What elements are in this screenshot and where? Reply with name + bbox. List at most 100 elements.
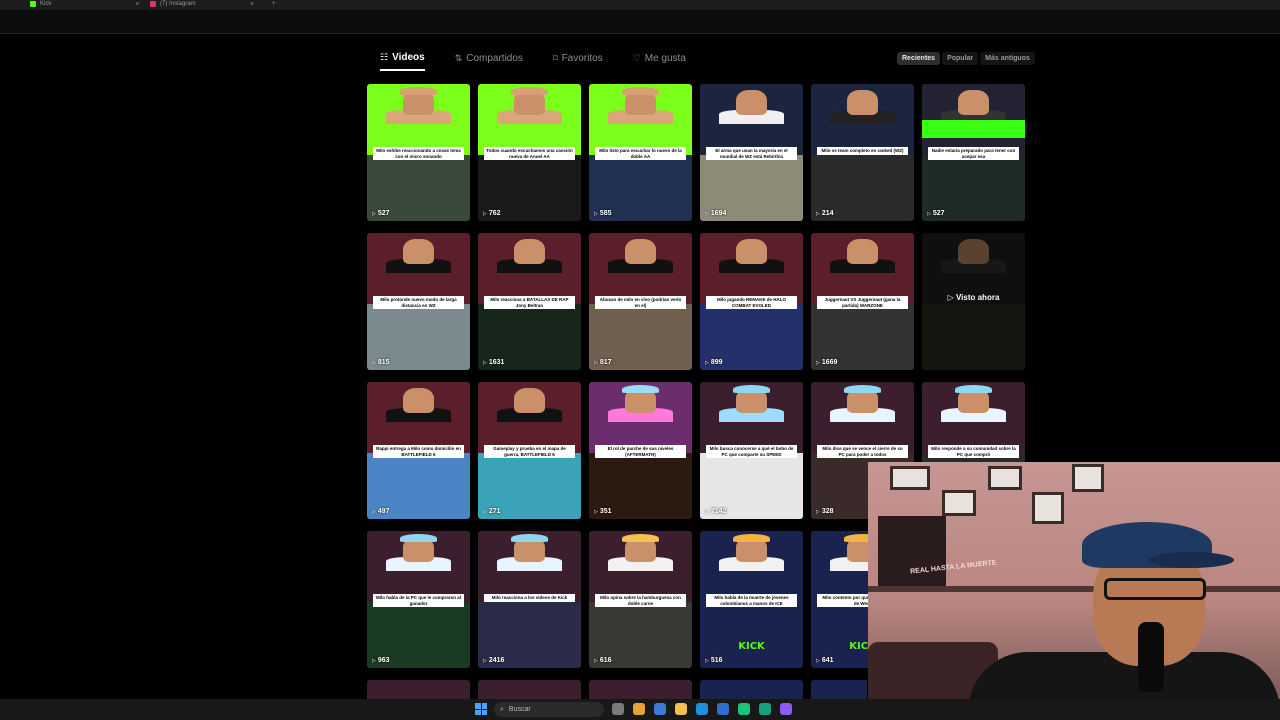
video-tile[interactable]: Milo vs team completo en ranked (WZ) ▷ 214 xyxy=(811,84,914,221)
video-thumbnail-top xyxy=(700,382,803,454)
app-icon[interactable] xyxy=(780,703,792,715)
video-thumbnail-top xyxy=(589,233,692,305)
view-count: ▷ 497 xyxy=(372,508,390,515)
video-caption: Milo exhibe reaccionando a cosas tema co… xyxy=(373,147,464,161)
video-tile[interactable]: Milo exhibe reaccionando a cosas tema co… xyxy=(367,84,470,221)
tab-label: Me gusta xyxy=(644,53,686,64)
video-tile[interactable]: Todos cuando escuchamos una canción nuev… xyxy=(478,84,581,221)
video-tile[interactable]: El rol de parche de sus niveles (AFTERMA… xyxy=(589,382,692,519)
tab-favoritos[interactable]: ⌑ Favoritos xyxy=(553,52,603,71)
chrome-icon[interactable] xyxy=(633,703,645,715)
video-tile[interactable]: Milo protonde nuevo modo de larga distan… xyxy=(367,233,470,370)
cap-brim xyxy=(1148,552,1234,568)
video-tile[interactable]: Milo habla de la muerte de jóvenes colom… xyxy=(700,531,803,668)
streamer-figure xyxy=(514,238,545,265)
video-tile[interactable]: Milo opina sobre la hamburguesa con dobl… xyxy=(589,531,692,668)
task-view-icon[interactable] xyxy=(612,703,624,715)
video-tile[interactable]: Gameplay y prueba en el mapa de guerra, … xyxy=(478,382,581,519)
play-icon: ▷ xyxy=(483,657,487,664)
video-caption: El rol de parche de sus niveles (AFTERMA… xyxy=(595,445,686,459)
video-thumbnail-top xyxy=(700,84,803,156)
video-caption: Milo busca conocerse a qué el bobo de PC… xyxy=(706,445,797,459)
cap xyxy=(843,384,882,394)
picture-frame xyxy=(1072,464,1104,492)
video-tile[interactable]: Milo jugando REMAKE de HALO COMBAT EVOLE… xyxy=(700,233,803,370)
video-tile[interactable]: Milo busca conocerse a qué el bobo de PC… xyxy=(700,382,803,519)
cap xyxy=(621,533,660,543)
tab-compartidos[interactable]: ⇅ Compartidos xyxy=(455,52,523,71)
cap xyxy=(621,86,660,96)
view-count: ▷ 527 xyxy=(927,210,945,217)
streamer-figure xyxy=(847,89,878,116)
microphone xyxy=(1138,622,1164,692)
tab-videos[interactable]: ☷ Videos xyxy=(380,52,425,71)
poster xyxy=(878,516,946,586)
sort-popular-button[interactable]: Popular xyxy=(942,52,979,65)
view-count-value: 762 xyxy=(488,210,501,217)
video-caption: Todos cuando escuchamos una canción nuev… xyxy=(484,147,575,161)
new-tab-button[interactable]: + xyxy=(272,0,276,8)
play-icon: ▷ xyxy=(483,359,487,366)
video-caption: Milo vs team completo en ranked (WZ) xyxy=(817,147,908,155)
view-count-value: 271 xyxy=(488,508,501,515)
video-tile[interactable] xyxy=(478,680,581,699)
close-icon[interactable]: × xyxy=(250,1,254,8)
picture-frame xyxy=(890,466,930,490)
streamer-glasses xyxy=(1104,578,1206,600)
video-tile[interactable]: ▷ Visto ahora xyxy=(922,233,1025,370)
video-tile[interactable]: Milo habla de la PC que le compraron al … xyxy=(367,531,470,668)
view-count-value: 815 xyxy=(377,359,390,366)
photos-icon[interactable] xyxy=(654,703,666,715)
app-icon[interactable] xyxy=(738,703,750,715)
close-icon[interactable]: × xyxy=(135,1,139,8)
app-icon[interactable] xyxy=(759,703,771,715)
video-tile[interactable] xyxy=(367,680,470,699)
tab-label: Videos xyxy=(392,52,425,63)
sort-recientes-button[interactable]: Recientes xyxy=(897,52,941,65)
view-count: ▷ 762 xyxy=(483,210,501,217)
video-tile[interactable] xyxy=(589,680,692,699)
shelf xyxy=(868,586,1280,592)
browser-tab-label: Kick xyxy=(40,1,52,7)
video-thumbnail-top xyxy=(811,233,914,305)
play-icon: ▷ xyxy=(705,210,709,217)
streamer-figure xyxy=(847,238,878,265)
edge-icon[interactable] xyxy=(696,703,708,715)
browser-tab-instagram[interactable]: (7) Instagram × xyxy=(150,0,254,8)
video-thumbnail-top xyxy=(367,84,470,156)
view-count-value: 1669 xyxy=(821,359,838,366)
video-tile[interactable]: Milo listo para escuchar lo nuevo de la … xyxy=(589,84,692,221)
video-tile[interactable]: Nadie estaría preparado para tener con a… xyxy=(922,84,1025,221)
tab-me-gusta[interactable]: ♡ Me gusta xyxy=(633,52,686,71)
picture-frame xyxy=(942,490,976,516)
play-icon: ▷ xyxy=(594,210,598,217)
video-tile[interactable]: Milo reacciona a BATALLAS DE RAP Jony Be… xyxy=(478,233,581,370)
play-icon: ▷ xyxy=(372,508,376,515)
video-tile[interactable]: Milo reacciona a los videos de Kick ▷ 2416 xyxy=(478,531,581,668)
file-explorer-icon[interactable] xyxy=(675,703,687,715)
streamer-figure xyxy=(514,387,545,414)
play-icon: ▷ xyxy=(816,359,820,366)
streamer-figure xyxy=(736,89,767,116)
video-tile[interactable]: Juggernaut VS Juggernaut (gana la partid… xyxy=(811,233,914,370)
browser-toolbar xyxy=(0,10,1280,34)
video-tile[interactable] xyxy=(700,680,803,699)
video-tile[interactable]: Abusan de milo en vivo (podrían verlo en… xyxy=(589,233,692,370)
video-caption: Milo reacciona a BATALLAS DE RAP Jony Be… xyxy=(484,296,575,310)
browser-tab-kick[interactable]: Kick × xyxy=(30,0,139,8)
view-count-value: 817 xyxy=(599,359,612,366)
play-icon: ▷ xyxy=(483,210,487,217)
store-icon[interactable] xyxy=(717,703,729,715)
cap xyxy=(399,86,438,96)
play-icon: ▷ xyxy=(705,359,709,366)
taskbar-search[interactable]: ⌕ Buscar xyxy=(494,702,604,717)
play-icon: ▷ xyxy=(594,508,598,515)
windows-start-icon[interactable] xyxy=(475,703,487,715)
sort-mas-antiguos-button[interactable]: Más antiguos xyxy=(980,52,1035,65)
play-icon: ▷ xyxy=(483,508,487,515)
video-tile[interactable] xyxy=(811,680,867,699)
video-tile[interactable]: Rappi entrega a Milo como domicilio en B… xyxy=(367,382,470,519)
video-thumbnail-top xyxy=(922,382,1025,454)
streamer-figure xyxy=(958,89,989,116)
video-tile[interactable]: El arma que usan la mayoría en el mundia… xyxy=(700,84,803,221)
